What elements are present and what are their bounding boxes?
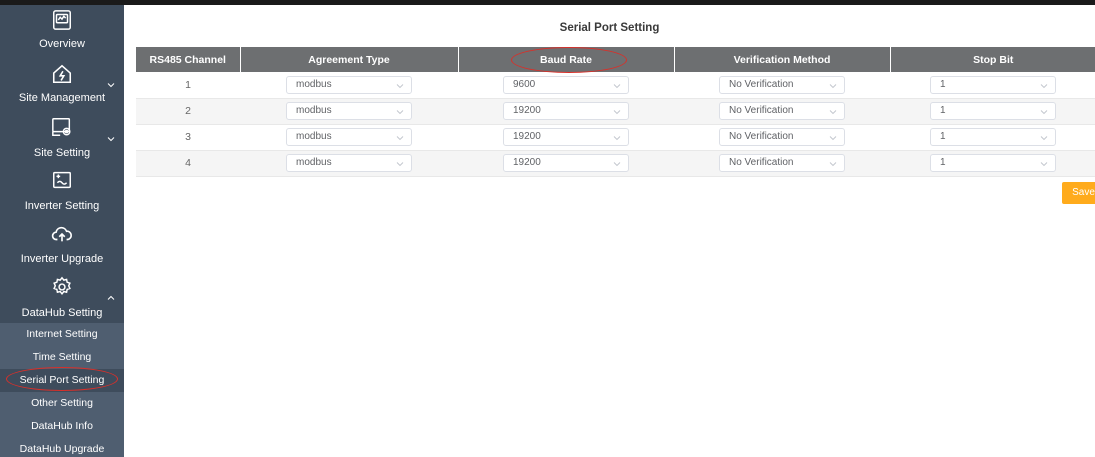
table-row: 1 modbus 9600 No Verification 1	[136, 72, 1095, 99]
sidebar-item-label: DataHub Setting	[21, 307, 103, 319]
house-icon	[51, 63, 73, 85]
sidebar: Overview Site Management Site Setting In…	[0, 5, 124, 457]
sidebar-item-datahub-setting[interactable]: DataHub Setting	[0, 270, 124, 320]
chevron-down-icon	[613, 82, 621, 90]
sidebar-item-label: Overview	[39, 38, 85, 50]
channel-cell: 4	[136, 150, 240, 177]
save-button[interactable]: Save	[1062, 182, 1095, 204]
inverter-icon	[51, 169, 73, 191]
chevron-down-icon	[613, 160, 621, 168]
top-border	[0, 0, 1095, 5]
cloud-upload-icon	[51, 223, 73, 245]
dashboard-icon	[51, 9, 73, 31]
column-header-verification-method: Verification Method	[674, 47, 891, 72]
verification-method-select[interactable]: No Verification	[719, 128, 845, 146]
table-row: 3 modbus 19200 No Verification 1	[136, 124, 1095, 151]
sidebar-item-label: Inverter Setting	[24, 200, 100, 212]
sidebar-item-site-management[interactable]: Site Management	[0, 57, 124, 107]
sidebar-item-label: Site Management	[18, 92, 106, 104]
chevron-down-icon	[829, 108, 837, 116]
stop-bit-select[interactable]: 1	[930, 75, 1056, 94]
chevron-down-icon	[829, 82, 837, 90]
agreement-type-select[interactable]: modbus	[286, 75, 412, 94]
chevron-down-icon	[396, 134, 404, 142]
column-header-agreement-type: Agreement Type	[240, 47, 459, 72]
sidebar-item-inverter-upgrade[interactable]: Inverter Upgrade	[0, 217, 124, 267]
page-title: Serial Port Setting	[559, 22, 660, 34]
agreement-type-select[interactable]: modbus	[286, 128, 412, 146]
stop-bit-select[interactable]: 1	[930, 154, 1056, 172]
serial-port-table: RS485 Channel Agreement Type Baud Rate V…	[136, 47, 1095, 177]
channel-cell: 3	[136, 124, 240, 151]
chevron-down-icon	[107, 135, 115, 143]
sidebar-item-label: Inverter Upgrade	[20, 253, 104, 265]
table-header-row: RS485 Channel Agreement Type Baud Rate V…	[136, 47, 1095, 72]
stop-bit-select[interactable]: 1	[930, 128, 1056, 146]
sidebar-item-inverter-setting[interactable]: Inverter Setting	[0, 163, 124, 213]
chevron-down-icon	[1040, 82, 1048, 90]
submenu-item-internet-setting[interactable]: Internet Setting	[0, 323, 124, 346]
column-header-stop-bit: Stop Bit	[890, 47, 1095, 72]
submenu-item-serial-port-setting[interactable]: Serial Port Setting	[0, 369, 124, 392]
chevron-down-icon	[1040, 134, 1048, 142]
baud-rate-select[interactable]: 9600	[503, 75, 629, 94]
baud-rate-select[interactable]: 19200	[503, 154, 629, 172]
submenu-item-datahub-upgrade[interactable]: DataHub Upgrade	[0, 438, 124, 457]
chevron-down-icon	[107, 81, 115, 89]
table-row: 4 modbus 19200 No Verification 1	[136, 150, 1095, 177]
baud-rate-select[interactable]: 19200	[503, 128, 629, 146]
sidebar-item-overview[interactable]: Overview	[0, 5, 124, 53]
chevron-down-icon	[613, 134, 621, 142]
datahub-submenu: Internet Setting Time Setting Serial Por…	[0, 323, 124, 457]
chevron-down-icon	[829, 134, 837, 142]
site-setting-icon	[51, 116, 73, 138]
verification-method-select[interactable]: No Verification	[719, 154, 845, 172]
verification-method-select[interactable]: No Verification	[719, 75, 845, 94]
table-row: 2 modbus 19200 No Verification 1	[136, 98, 1095, 125]
channel-cell: 1	[136, 72, 240, 99]
agreement-type-select[interactable]: modbus	[286, 154, 412, 172]
verification-method-select[interactable]: No Verification	[719, 102, 845, 120]
chevron-down-icon	[613, 108, 621, 116]
chevron-down-icon	[396, 82, 404, 90]
agreement-type-select[interactable]: modbus	[286, 102, 412, 120]
column-header-baud-rate: Baud Rate	[458, 47, 675, 72]
chevron-down-icon	[396, 160, 404, 168]
baud-rate-select[interactable]: 19200	[503, 102, 629, 120]
sidebar-item-label: Site Setting	[33, 147, 91, 159]
stop-bit-select[interactable]: 1	[930, 102, 1056, 120]
column-header-channel: RS485 Channel	[136, 47, 241, 72]
submenu-item-datahub-info[interactable]: DataHub Info	[0, 415, 124, 438]
submenu-item-time-setting[interactable]: Time Setting	[0, 346, 124, 369]
chevron-up-icon	[107, 294, 115, 302]
chevron-down-icon	[829, 160, 837, 168]
gear-icon	[51, 276, 73, 298]
sidebar-item-site-setting[interactable]: Site Setting	[0, 110, 124, 160]
chevron-down-icon	[1040, 160, 1048, 168]
chevron-down-icon	[396, 108, 404, 116]
chevron-down-icon	[1040, 108, 1048, 116]
submenu-item-other-setting[interactable]: Other Setting	[0, 392, 124, 415]
channel-cell: 2	[136, 98, 240, 125]
